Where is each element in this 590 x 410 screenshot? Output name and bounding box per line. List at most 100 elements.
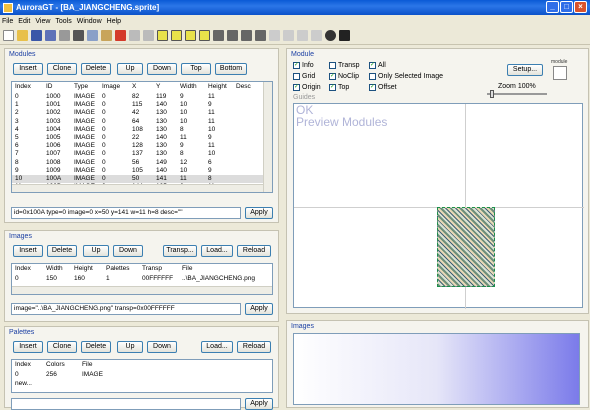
modules-apply-button[interactable]: Apply — [245, 207, 273, 219]
image-edit-field[interactable]: image="..\BA_JIANGCHENG.png" transp=0x00… — [11, 303, 241, 315]
palettes-load-button[interactable]: Load... — [201, 341, 233, 353]
module-icon[interactable] — [171, 30, 182, 41]
cell-x: 42 — [132, 109, 140, 117]
table-row[interactable]: 6 1006 IMAGE 0 128 130 9 11 — [12, 142, 264, 150]
palettes-insert-button[interactable]: Insert — [13, 341, 43, 353]
menu-tools[interactable]: Tools — [55, 18, 71, 25]
palettes-delete-button[interactable]: Delete — [81, 341, 111, 353]
images-up-button[interactable]: Up — [83, 245, 109, 257]
pen-icon[interactable] — [297, 30, 308, 41]
top-checkbox[interactable]: ✓ Top — [329, 84, 349, 91]
check-icon: ✓ — [293, 84, 300, 91]
images-delete-button[interactable]: Delete — [47, 245, 77, 257]
cell-height: 10 — [208, 150, 216, 158]
info-icon[interactable] — [325, 30, 336, 41]
check-icon: ✓ — [329, 84, 336, 91]
align-center-icon[interactable] — [227, 30, 238, 41]
menu-edit[interactable]: Edit — [18, 18, 30, 25]
images-apply-button[interactable]: Apply — [245, 303, 273, 315]
close-button[interactable]: × — [574, 1, 587, 13]
modules-top-button[interactable]: Top — [181, 63, 211, 75]
table-row[interactable]: 10 100A IMAGE 0 50 141 11 8 — [12, 175, 264, 183]
palettes-clone-button[interactable]: Clone — [47, 341, 77, 353]
table-row[interactable]: 4 1004 IMAGE 0 108 130 8 10 — [12, 126, 264, 134]
all-checkbox[interactable]: ✓ All — [369, 62, 386, 69]
modules-delete-button[interactable]: Delete — [81, 63, 111, 75]
menu-help[interactable]: Help — [107, 18, 121, 25]
table-row[interactable]: 0 1000 IMAGE 0 82 119 9 11 — [12, 93, 264, 101]
transp-checkbox[interactable]: Transp — [329, 62, 360, 69]
table-row[interactable]: 2 1002 IMAGE 0 42 130 10 11 — [12, 109, 264, 117]
grid-checkbox[interactable]: Grid — [293, 73, 315, 80]
cell-index: 2 — [15, 109, 19, 117]
menu-file[interactable]: File — [2, 18, 13, 25]
modules-hscroll[interactable] — [12, 184, 263, 192]
select-icon[interactable] — [283, 30, 294, 41]
palettes-apply-button[interactable]: Apply — [245, 398, 273, 410]
images-insert-button[interactable]: Insert — [13, 245, 43, 257]
open-folder-icon[interactable] — [17, 30, 28, 41]
hand-icon[interactable] — [269, 30, 280, 41]
menu-view[interactable]: View — [35, 18, 50, 25]
copy-icon[interactable] — [87, 30, 98, 41]
delete-icon[interactable] — [115, 30, 126, 41]
modules-bottom-button[interactable]: Bottom — [215, 63, 247, 75]
only-selected-image-checkbox[interactable]: Only Selected Image — [369, 73, 443, 80]
images-table[interactable]: Index Width Height Palettes Transp File … — [11, 263, 273, 295]
redo-icon[interactable] — [143, 30, 154, 41]
frame-icon[interactable] — [157, 30, 168, 41]
save-all-icon[interactable] — [45, 30, 56, 41]
help-icon[interactable] — [339, 30, 350, 41]
zoom-slider[interactable] — [487, 93, 547, 95]
save-icon[interactable] — [31, 30, 42, 41]
maximize-button[interactable]: □ — [560, 1, 573, 13]
menu-window[interactable]: Window — [77, 18, 102, 25]
info-checkbox[interactable]: ✓ Info — [293, 62, 314, 69]
align-left-icon[interactable] — [213, 30, 224, 41]
palette-edit-field[interactable] — [11, 398, 241, 410]
palettes-up-button[interactable]: Up — [117, 341, 143, 353]
sprite-image[interactable] — [437, 207, 495, 287]
modules-up-button[interactable]: Up — [117, 63, 143, 75]
align-right-icon[interactable] — [241, 30, 252, 41]
palettes-table[interactable]: Index Colors File 0 256 IMAGE new... — [11, 359, 273, 393]
noclip-checkbox[interactable]: ✓ NoClip — [329, 73, 359, 80]
module-preview-canvas[interactable]: OK Preview Modules — [293, 103, 584, 309]
cut-icon[interactable] — [73, 30, 84, 41]
print-icon[interactable] — [59, 30, 70, 41]
zoom-slider-thumb[interactable] — [490, 90, 494, 98]
modules-insert-button[interactable]: Insert — [13, 63, 43, 75]
paste-icon[interactable] — [101, 30, 112, 41]
modules-vscroll[interactable] — [263, 82, 272, 192]
eyedropper-icon[interactable] — [311, 30, 322, 41]
table-row[interactable]: 9 1009 IMAGE 0 105 140 10 9 — [12, 167, 264, 175]
table-row[interactable]: 1 1001 IMAGE 0 115 140 10 9 — [12, 101, 264, 109]
modules-table[interactable]: Index ID Type Image X Y Width Height Des… — [11, 81, 273, 193]
images-down-button[interactable]: Down — [113, 245, 143, 257]
module-edit-field[interactable]: id=0x100A type=0 image=0 x=50 y=141 w=11… — [11, 207, 241, 219]
color-swatch[interactable] — [553, 66, 567, 80]
table-row[interactable]: 3 1003 IMAGE 0 64 130 10 11 — [12, 118, 264, 126]
modules-down-button[interactable]: Down — [147, 63, 177, 75]
new-file-icon[interactable] — [3, 30, 14, 41]
table-row[interactable]: 7 1007 IMAGE 0 137 130 8 10 — [12, 150, 264, 158]
anim-icon[interactable] — [185, 30, 196, 41]
images-reload-button[interactable]: Reload — [237, 245, 271, 257]
table-row[interactable]: 5 1005 IMAGE 0 22 140 11 9 — [12, 134, 264, 142]
undo-icon[interactable] — [129, 30, 140, 41]
minimize-button[interactable]: _ — [546, 1, 559, 13]
window-title: AuroraGT - [BA_JIANGCHENG.sprite] — [16, 3, 160, 12]
images-hscroll[interactable] — [12, 286, 272, 294]
images-load-button[interactable]: Load... — [201, 245, 233, 257]
modules-clone-button[interactable]: Clone — [47, 63, 77, 75]
images-transp-button[interactable]: Transp... — [163, 245, 197, 257]
align-top-icon[interactable] — [255, 30, 266, 41]
table-row[interactable]: 8 1008 IMAGE 0 56 149 12 6 — [12, 159, 264, 167]
image-preview-area[interactable] — [293, 333, 580, 405]
offset-checkbox[interactable]: ✓ Offset — [369, 84, 397, 91]
palettes-down-button[interactable]: Down — [147, 341, 177, 353]
sprite-icon[interactable] — [199, 30, 210, 41]
palettes-reload-button[interactable]: Reload — [237, 341, 271, 353]
setup-button[interactable]: Setup... — [507, 64, 543, 76]
origin-checkbox[interactable]: ✓ Origin — [293, 84, 321, 91]
